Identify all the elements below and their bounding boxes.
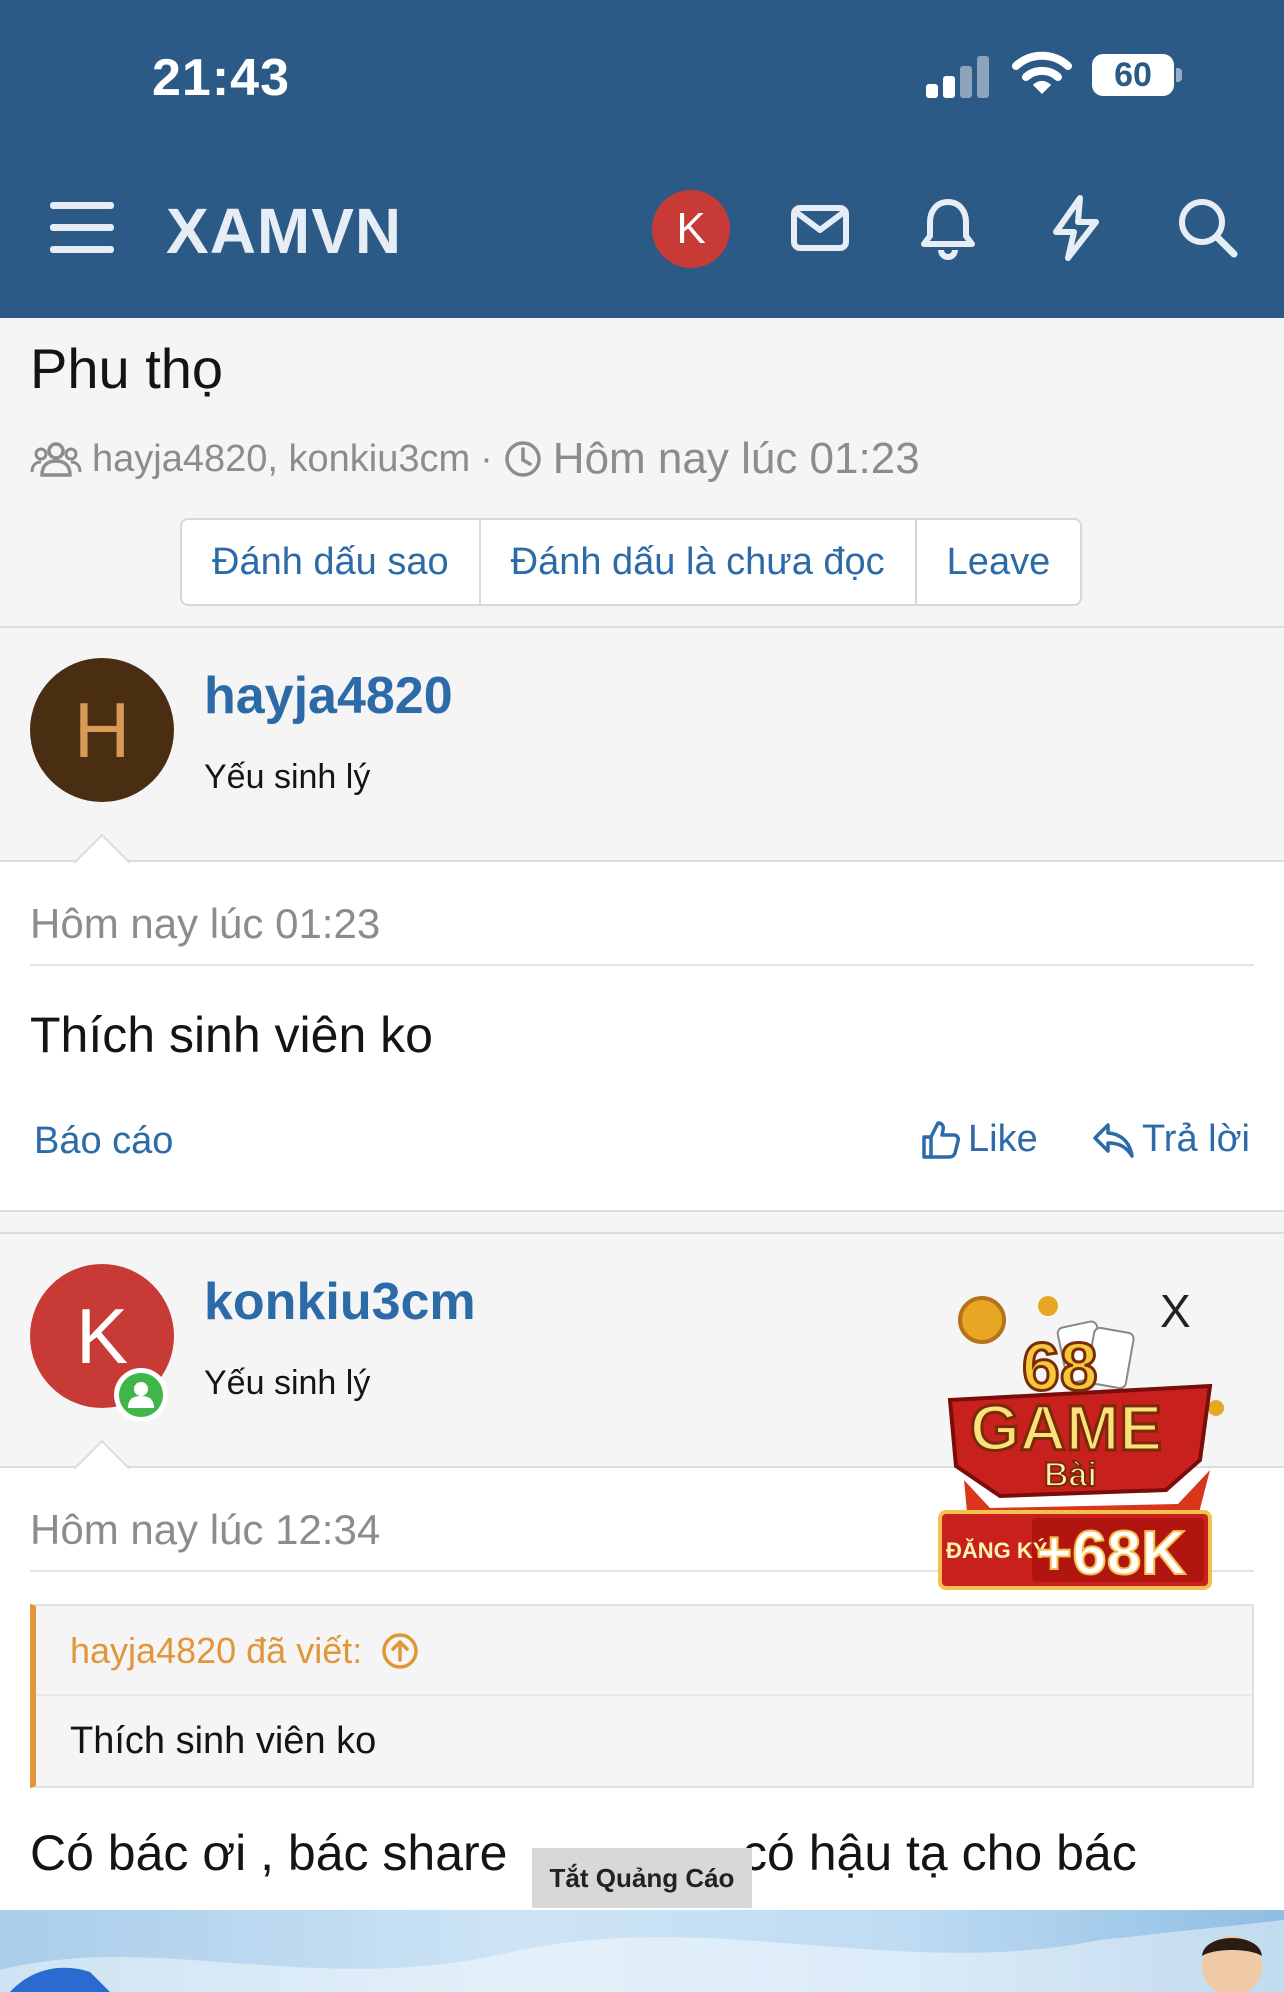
bell-icon[interactable]	[914, 194, 982, 262]
like-label: Like	[968, 1118, 1038, 1160]
star-button[interactable]: Đánh dấu sao	[182, 520, 481, 604]
thumbs-up-icon	[922, 1120, 960, 1159]
search-icon[interactable]	[1174, 194, 1242, 262]
post-2-body-end: có hậu tạ cho bác	[742, 1825, 1137, 1881]
post-1-body: Thích sinh viên ko	[30, 1007, 433, 1063]
bottom-ad-banner[interactable]	[0, 1910, 1284, 1992]
thread-action-buttons: Đánh dấu sao Đánh dấu là chưa đọc Leave	[180, 518, 1083, 606]
game-ad-sub: Bài	[1044, 1456, 1097, 1494]
post-1-avatar[interactable]: H	[30, 658, 174, 802]
reply-arrow-icon	[1093, 1122, 1134, 1158]
battery-level: 60	[1114, 56, 1152, 94]
quote-author-link[interactable]: hayja4820 đã viết:	[70, 1630, 420, 1672]
clock-icon	[505, 441, 541, 477]
top-navigation-bar: 21:43 60 XAMVN K	[0, 0, 1284, 318]
post-2-time[interactable]: Hôm nay lúc 12:34	[30, 1506, 380, 1554]
mark-unread-button[interactable]: Đánh dấu là chưa đọc	[481, 520, 917, 604]
like-button[interactable]: Like	[920, 1118, 1038, 1161]
online-status-icon	[114, 1368, 168, 1422]
participants-icon	[30, 442, 82, 477]
site-logo[interactable]: XAMVN	[166, 194, 402, 268]
hamburger-menu-icon[interactable]	[50, 200, 114, 256]
reply-button[interactable]: Trả lời	[1092, 1118, 1250, 1161]
quote-author: hayja4820 đã viết:	[70, 1630, 363, 1671]
inbox-icon[interactable]	[786, 194, 854, 262]
close-ad-button[interactable]: X	[1160, 1284, 1191, 1338]
post-1-user-title: Yếu sinh lý	[204, 758, 371, 796]
cellular-signal-icon	[926, 56, 992, 98]
thread-participants[interactable]: hayja4820, konkiu3cm	[92, 438, 470, 481]
account-avatar[interactable]: K	[652, 190, 730, 268]
meta-separator: ·	[480, 437, 493, 480]
reply-label: Trả lời	[1142, 1118, 1250, 1160]
banner-graphic	[0, 1920, 1284, 1992]
game-ad-register: ĐĂNG KÝ	[946, 1538, 1048, 1563]
quote-body: Thích sinh viên ko	[70, 1720, 377, 1762]
post-1-divider	[30, 964, 1254, 966]
thread-meta: hayja4820, konkiu3cm · Hôm nay lúc 01:23	[30, 432, 920, 486]
turn-off-ads-button[interactable]: Tắt Quảng Cáo	[532, 1848, 752, 1908]
post-1-user-header	[0, 626, 1284, 862]
wifi-icon	[1012, 51, 1072, 94]
whats-new-bolt-icon[interactable]	[1042, 194, 1110, 262]
post-2-body-start: Có bác ơi , bác share	[30, 1825, 508, 1881]
leave-button[interactable]: Leave	[917, 520, 1081, 604]
quote-block: hayja4820 đã viết: Thích sinh viên ko	[30, 1604, 1254, 1788]
report-link[interactable]: Báo cáo	[34, 1120, 173, 1163]
post-2-user-title: Yếu sinh lý	[204, 1364, 371, 1402]
post-1-username[interactable]: hayja4820	[204, 666, 453, 726]
status-time: 21:43	[152, 49, 290, 107]
thread-start-time: Hôm nay lúc 01:23	[552, 434, 920, 483]
post-1-time[interactable]: Hôm nay lúc 01:23	[30, 900, 380, 948]
jump-to-quote-icon	[382, 1633, 418, 1669]
thread-title: Phu thọ	[30, 337, 224, 400]
game-ad-bonus: +68K	[1036, 1519, 1186, 1588]
game-ad-word: GAME	[970, 1392, 1162, 1464]
post-2-username[interactable]: konkiu3cm	[204, 1272, 476, 1332]
battery-icon: 60	[1092, 54, 1182, 96]
